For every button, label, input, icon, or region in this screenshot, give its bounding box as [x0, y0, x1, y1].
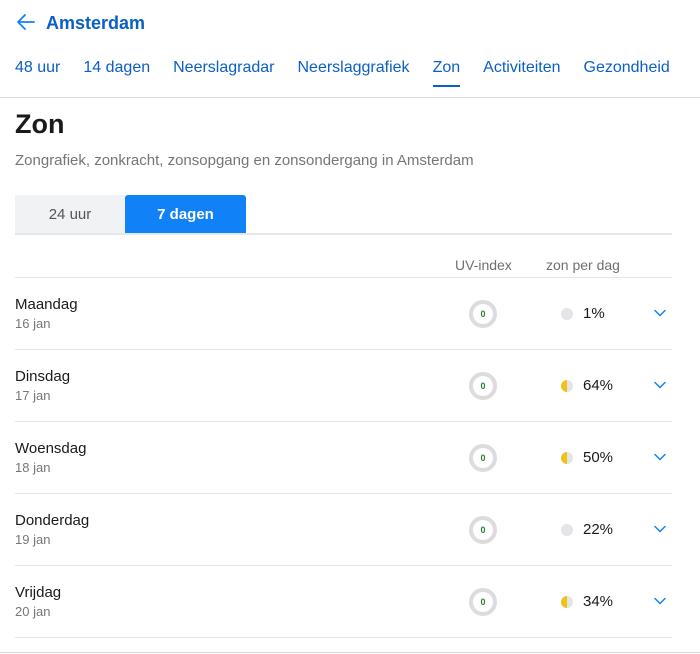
sun-percentage: 50% — [583, 449, 614, 466]
day-date: 17 jan — [15, 388, 51, 403]
uv-index-badge: 0 — [469, 444, 497, 472]
sun-icon — [561, 308, 573, 320]
tab-gezondheid[interactable]: Gezondheid — [584, 58, 670, 87]
city-title[interactable]: Amsterdam — [46, 12, 145, 34]
segment-7-dagen[interactable]: 7 dagen — [125, 195, 246, 233]
tab-14-dagen[interactable]: 14 dagen — [83, 58, 150, 87]
chevron-down-icon[interactable] — [654, 525, 666, 533]
uv-index-badge: 0 — [469, 588, 497, 616]
sun-percentage: 34% — [583, 593, 614, 610]
sun-icon — [561, 524, 573, 536]
page-title: Zon — [15, 109, 65, 139]
day-date: 19 jan — [15, 532, 51, 547]
partly-sunny-icon — [561, 596, 573, 608]
day-row-maandag[interactable]: Maandag 16 jan 0 1% — [15, 278, 672, 350]
day-name: Maandag — [15, 296, 78, 313]
sun-percentage: 1% — [583, 305, 605, 322]
tab-48-uur[interactable]: 48 uur — [15, 58, 60, 87]
uv-index-badge: 0 — [469, 516, 497, 544]
top-header: Amsterdam 48 uur 14 dagen Neerslagradar … — [0, 0, 700, 98]
page-subtitle: Zongrafiek, zonkracht, zonsopgang en zon… — [15, 152, 474, 169]
uv-index-column-header: UV-index — [455, 257, 512, 273]
partly-sunny-icon — [561, 380, 573, 392]
day-name: Donderdag — [15, 512, 90, 529]
partly-sunny-icon — [561, 452, 573, 464]
chevron-down-icon[interactable] — [654, 309, 666, 317]
day-name: Dinsdag — [15, 368, 71, 385]
chevron-down-icon[interactable] — [654, 453, 666, 461]
tab-neerslaggrafiek[interactable]: Neerslaggrafiek — [298, 58, 410, 87]
day-row-dinsdag[interactable]: Dinsdag 17 jan 0 64% — [15, 350, 672, 422]
tab-activiteiten[interactable]: Activiteiten — [483, 58, 560, 87]
tab-zon[interactable]: Zon — [432, 58, 461, 87]
nav-tabs: 48 uur 14 dagen Neerslagradar Neerslaggr… — [15, 58, 693, 87]
tab-neerslagradar[interactable]: Neerslagradar — [173, 58, 274, 87]
day-row-woensdag[interactable]: Woensdag 18 jan 0 50% — [15, 422, 672, 494]
day-date: 16 jan — [15, 316, 51, 331]
sun-percentage: 22% — [583, 521, 614, 538]
divider — [0, 652, 700, 653]
chevron-down-icon[interactable] — [654, 597, 666, 605]
chevron-down-icon[interactable] — [654, 381, 666, 389]
day-date: 18 jan — [15, 460, 51, 475]
back-button[interactable] — [16, 12, 36, 32]
sun-per-day-column-header: zon per dag — [546, 257, 620, 273]
day-date: 20 jan — [15, 604, 51, 619]
sun-percentage: 64% — [583, 377, 614, 394]
day-name: Woensdag — [15, 440, 87, 457]
day-name: Vrijdag — [15, 584, 62, 601]
uv-index-badge: 0 — [469, 300, 497, 328]
segment-24-uur[interactable]: 24 uur — [15, 195, 125, 233]
day-row-donderdag[interactable]: Donderdag 19 jan 0 22% — [15, 494, 672, 566]
arrow-left-icon — [16, 12, 36, 32]
day-row-vrijdag[interactable]: Vrijdag 20 jan 0 34% — [15, 566, 672, 638]
uv-index-badge: 0 — [469, 372, 497, 400]
period-segment-control: 24 uur 7 dagen — [15, 195, 672, 235]
